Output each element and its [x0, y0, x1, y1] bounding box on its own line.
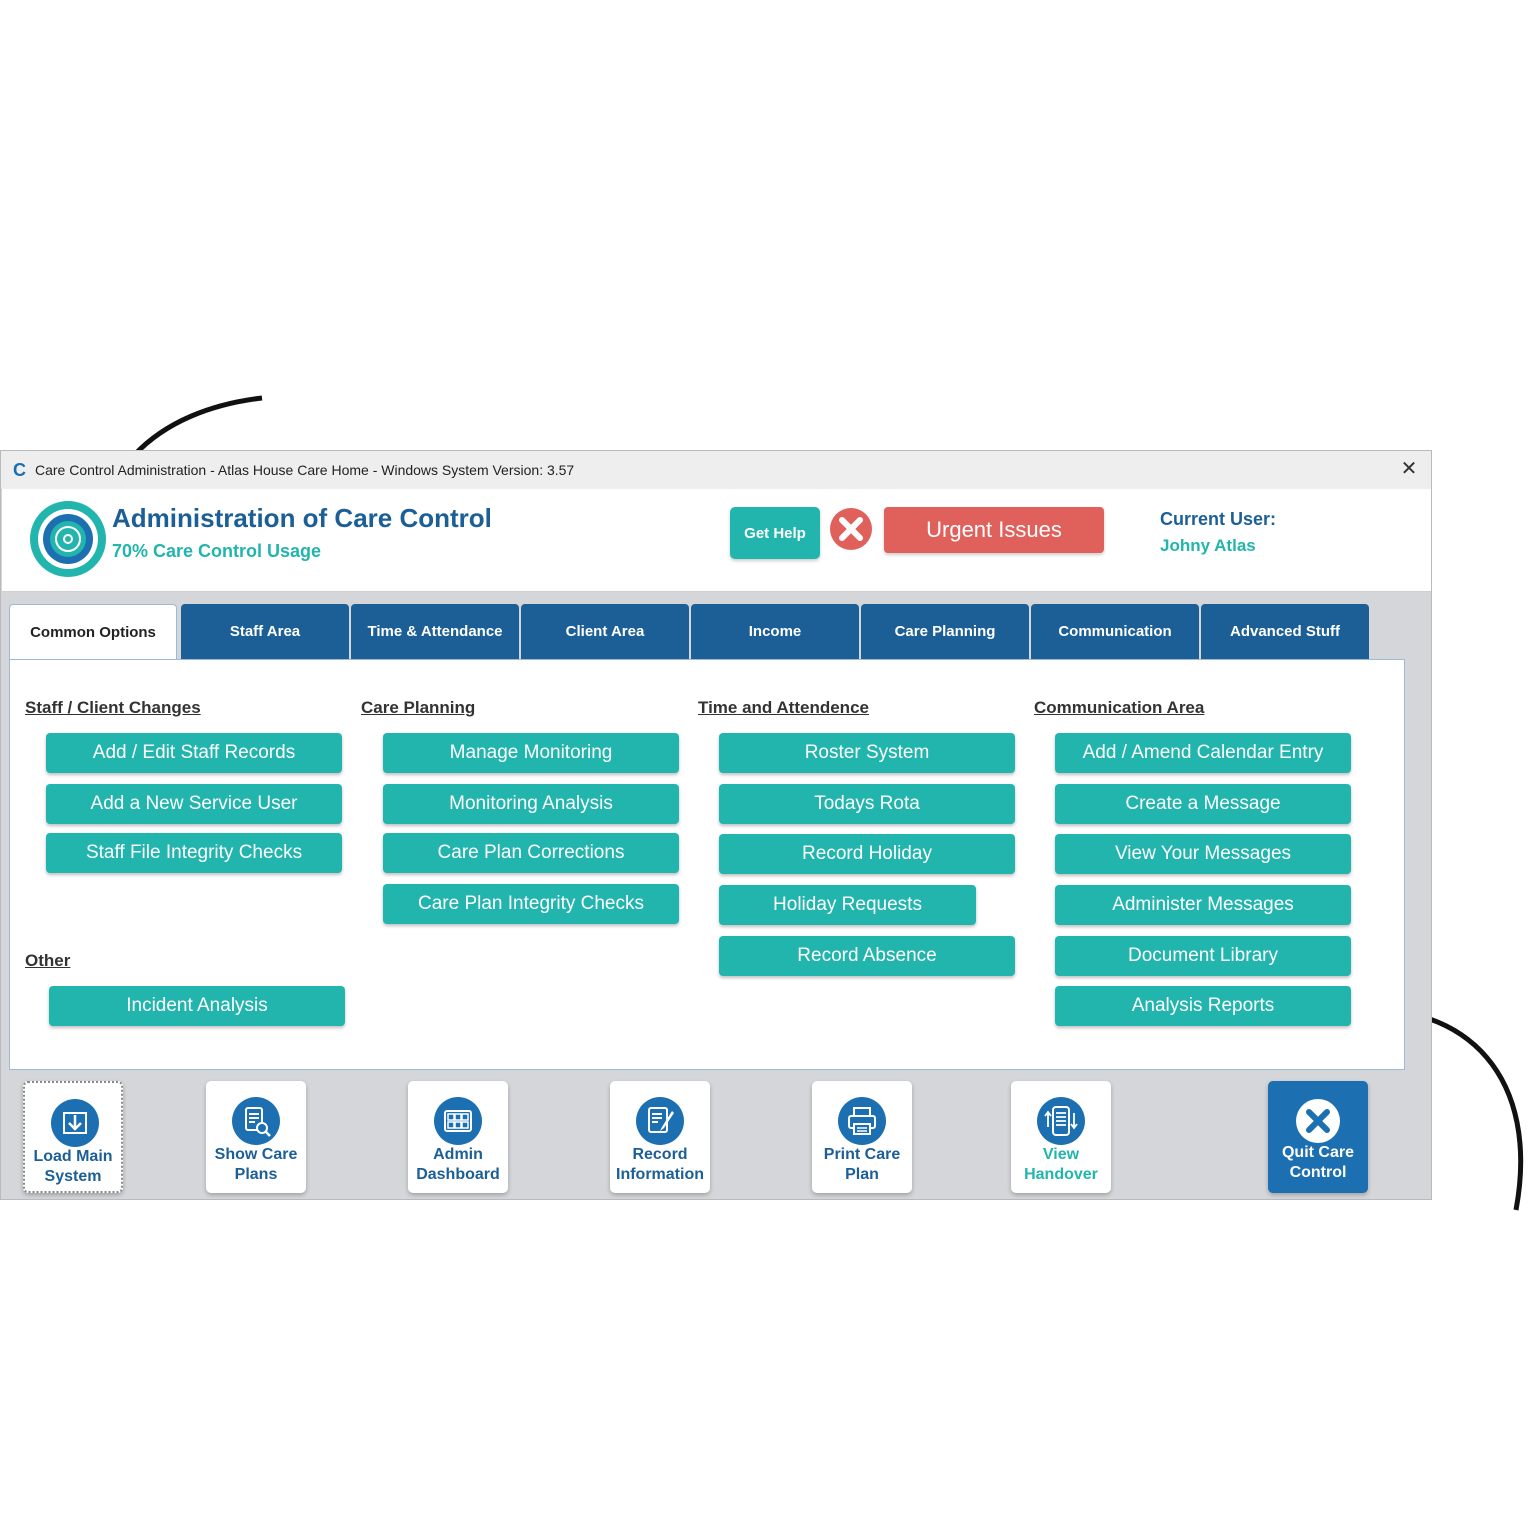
tab-client-area[interactable]: Client Area	[521, 604, 689, 659]
clear-urgent-icon[interactable]	[828, 506, 874, 552]
add-new-service-user-button[interactable]: Add a New Service User	[46, 784, 342, 824]
quit-label-2: Control	[1289, 1164, 1347, 1181]
admin-dashboard-button[interactable]: Admin Dashboard	[408, 1081, 508, 1193]
current-user-label: Current User:	[1160, 509, 1277, 529]
tab-care-planning[interactable]: Care Planning	[861, 604, 1029, 659]
app-logo-icon: C	[13, 460, 26, 480]
staff-file-integrity-checks-button[interactable]: Staff File Integrity Checks	[46, 833, 342, 873]
dashboard-icon	[434, 1097, 482, 1145]
close-icon[interactable]: ✕	[1397, 457, 1421, 481]
section-title-communication: Communication Area	[1034, 698, 1205, 717]
tab-communication[interactable]: Communication	[1031, 604, 1199, 659]
app-title: Administration of Care Control	[112, 503, 492, 533]
load-main-label-2: System	[44, 1168, 102, 1185]
load-main-system-button[interactable]: Load Main System	[23, 1081, 123, 1193]
view-handover-label-1: View	[1042, 1146, 1080, 1163]
title-bar: C Care Control Administration - Atlas Ho…	[1, 451, 1431, 490]
analysis-reports-button[interactable]: Analysis Reports	[1055, 986, 1351, 1026]
handover-icon	[1037, 1097, 1085, 1145]
care-control-logo-icon	[30, 501, 106, 577]
manage-monitoring-button[interactable]: Manage Monitoring	[383, 733, 679, 773]
care-plan-corrections-button[interactable]: Care Plan Corrections	[383, 833, 679, 873]
usage-text: 70% Care Control Usage	[112, 541, 322, 561]
section-title-time-attendance: Time and Attendence	[698, 698, 869, 717]
record-info-label-2: Information	[616, 1166, 704, 1183]
app-window: C Care Control Administration - Atlas Ho…	[0, 450, 1432, 1200]
download-icon	[51, 1099, 99, 1147]
quit-label-1: Quit Care	[1281, 1144, 1354, 1161]
record-holiday-button[interactable]: Record Holiday	[719, 834, 1015, 874]
print-care-plan-button[interactable]: Print Care Plan	[812, 1081, 912, 1193]
todays-rota-button[interactable]: Todays Rota	[719, 784, 1015, 824]
section-title-care-planning: Care Planning	[361, 698, 476, 717]
bottom-toolbar: Load Main System Show Care Plans Admin D…	[1, 1071, 1431, 1199]
care-plan-integrity-checks-button[interactable]: Care Plan Integrity Checks	[383, 884, 679, 924]
view-handover-label-2: Handover	[1024, 1166, 1098, 1183]
urgent-issues-button[interactable]: Urgent Issues	[884, 507, 1104, 553]
monitoring-analysis-button[interactable]: Monitoring Analysis	[383, 784, 679, 824]
add-amend-calendar-entry-button[interactable]: Add / Amend Calendar Entry	[1055, 733, 1351, 773]
show-care-label-1: Show Care	[214, 1146, 298, 1163]
section-title-staff-client: Staff / Client Changes	[25, 698, 201, 717]
document-library-button[interactable]: Document Library	[1055, 936, 1351, 976]
header: Administration of Care Control 70% Care …	[2, 489, 1431, 592]
record-absence-button[interactable]: Record Absence	[719, 936, 1015, 976]
section-title-other: Other	[25, 951, 71, 970]
tab-advanced-stuff[interactable]: Advanced Stuff	[1201, 604, 1369, 659]
quit-icon	[1296, 1099, 1340, 1143]
document-search-icon	[232, 1097, 280, 1145]
add-edit-staff-records-button[interactable]: Add / Edit Staff Records	[46, 733, 342, 773]
record-information-button[interactable]: Record Information	[610, 1081, 710, 1193]
current-user-name: Johny Atlas	[1160, 536, 1256, 555]
record-info-label-1: Record	[632, 1146, 688, 1163]
admin-dashboard-label-1: Admin	[433, 1146, 483, 1163]
show-care-label-2: Plans	[234, 1166, 278, 1183]
window-title: Care Control Administration - Atlas Hous…	[35, 462, 575, 478]
edit-document-icon	[636, 1097, 684, 1145]
incident-analysis-button[interactable]: Incident Analysis	[49, 986, 345, 1026]
common-options-panel: Staff / Client Changes Add / Edit Staff …	[9, 659, 1405, 1070]
get-help-button[interactable]: Get Help	[730, 507, 820, 559]
print-care-label-1: Print Care	[823, 1146, 901, 1163]
holiday-requests-button[interactable]: Holiday Requests	[719, 885, 976, 925]
tab-common-options[interactable]: Common Options	[9, 604, 177, 662]
printer-icon	[838, 1097, 886, 1145]
view-handover-button[interactable]: View Handover	[1011, 1081, 1111, 1193]
load-main-label-1: Load Main	[33, 1148, 113, 1165]
show-care-plans-button[interactable]: Show Care Plans	[206, 1081, 306, 1193]
tab-time-attendance[interactable]: Time & Attendance	[351, 604, 519, 659]
tab-staff-area[interactable]: Staff Area	[181, 604, 349, 659]
administer-messages-button[interactable]: Administer Messages	[1055, 885, 1351, 925]
view-your-messages-button[interactable]: View Your Messages	[1055, 834, 1351, 874]
quit-care-control-button[interactable]: Quit Care Control	[1268, 1081, 1368, 1193]
print-care-label-2: Plan	[845, 1166, 879, 1183]
roster-system-button[interactable]: Roster System	[719, 733, 1015, 773]
create-message-button[interactable]: Create a Message	[1055, 784, 1351, 824]
admin-dashboard-label-2: Dashboard	[416, 1166, 500, 1183]
tab-income[interactable]: Income	[691, 604, 859, 659]
